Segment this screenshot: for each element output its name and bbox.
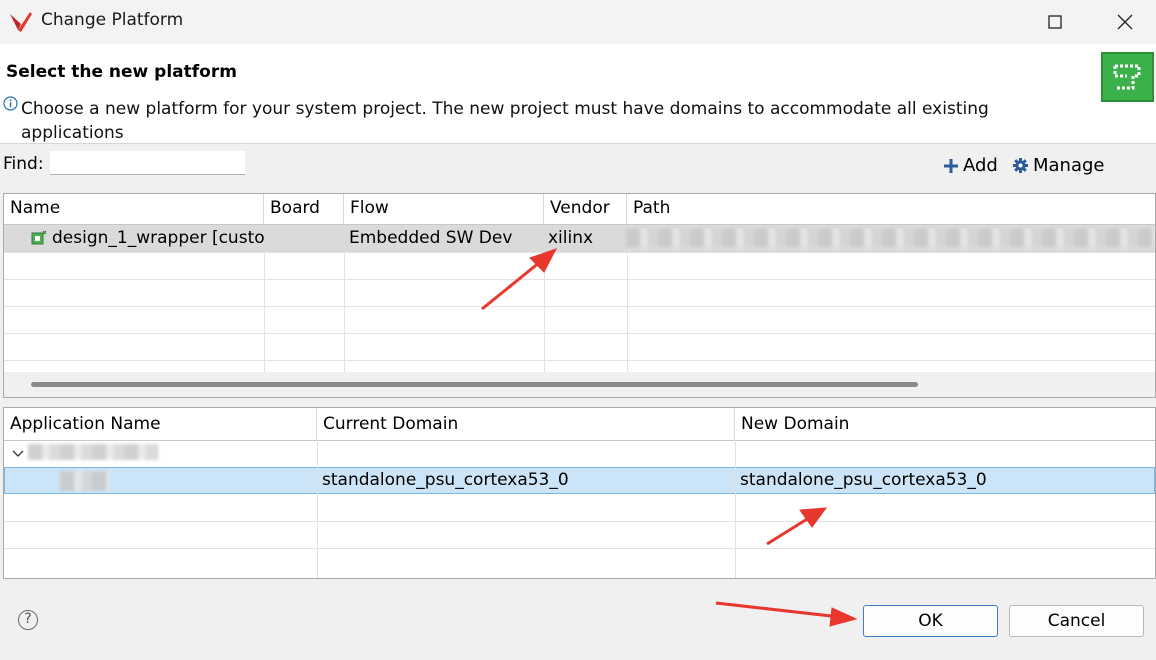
column-header-new-domain[interactable]: New Domain (735, 408, 1155, 440)
close-button[interactable] (1102, 0, 1148, 44)
chevron-down-icon[interactable] (12, 448, 24, 460)
platform-table[interactable]: Name Board Flow Vendor Path design_1_wra… (3, 193, 1156, 398)
vitis-logo-icon (10, 12, 32, 32)
column-header-current-domain[interactable]: Current Domain (317, 408, 735, 440)
divider (735, 440, 736, 578)
column-header-vendor[interactable]: Vendor (544, 194, 627, 224)
find-input[interactable] (50, 151, 245, 175)
new-domain-select[interactable]: standalone_psu_cortexa53_0 (740, 470, 1150, 490)
divider (4, 333, 1155, 334)
close-icon (1117, 14, 1133, 30)
title-bar: Change Platform (0, 0, 1156, 44)
header-description: Choose a new platform for your system pr… (21, 99, 989, 143)
manage-button[interactable]: Manage (1012, 155, 1105, 176)
header-title: Select the new platform (6, 62, 237, 82)
add-label: Add (963, 155, 998, 176)
find-label: Find: (3, 154, 44, 174)
platform-name: design_1_wrapper [custo (52, 228, 264, 248)
column-header-path[interactable]: Path (627, 194, 1155, 224)
plus-icon (944, 158, 958, 173)
divider (4, 306, 1155, 307)
manage-label: Manage (1033, 155, 1105, 176)
platform-flow: Embedded SW Dev (349, 228, 513, 248)
arrow-ok (829, 607, 858, 627)
divider (4, 360, 1155, 361)
current-domain-value: standalone_psu_cortexa53_0 (322, 470, 569, 490)
divider (344, 252, 345, 372)
add-button[interactable]: Add (943, 155, 998, 176)
maximize-icon (1048, 15, 1062, 29)
divider (264, 252, 265, 372)
column-header-flow[interactable]: Flow (344, 194, 544, 224)
divider (4, 224, 1155, 225)
divider (627, 252, 628, 372)
wizard-header: Select the new platform Choose a new pla… (0, 44, 1156, 144)
info-icon (3, 96, 18, 111)
application-table[interactable]: Application Name Current Domain New Doma… (3, 407, 1156, 579)
help-button[interactable]: ? (18, 610, 38, 630)
divider (317, 440, 318, 578)
window-title: Change Platform (41, 10, 184, 30)
column-header-board[interactable]: Board (264, 194, 344, 224)
redacted-path (626, 229, 1155, 247)
ok-button[interactable]: OK (863, 605, 998, 637)
divider (4, 440, 1155, 441)
divider (4, 252, 1155, 253)
divider (4, 548, 1155, 549)
maximize-button[interactable] (1032, 0, 1078, 44)
divider (544, 252, 545, 372)
scrollbar-thumb[interactable] (31, 382, 918, 387)
divider (4, 521, 1155, 522)
redacted-application-name (60, 471, 110, 491)
redacted-system-project (28, 444, 158, 460)
wizard-platform-icon (1101, 52, 1154, 102)
platform-icon (31, 230, 47, 245)
cancel-button[interactable]: Cancel (1009, 605, 1144, 637)
column-header-name[interactable]: Name (4, 194, 264, 224)
column-header-application-name[interactable]: Application Name (4, 408, 317, 440)
divider (4, 279, 1155, 280)
gear-icon (1013, 158, 1028, 173)
platform-vendor: xilinx (548, 228, 594, 248)
